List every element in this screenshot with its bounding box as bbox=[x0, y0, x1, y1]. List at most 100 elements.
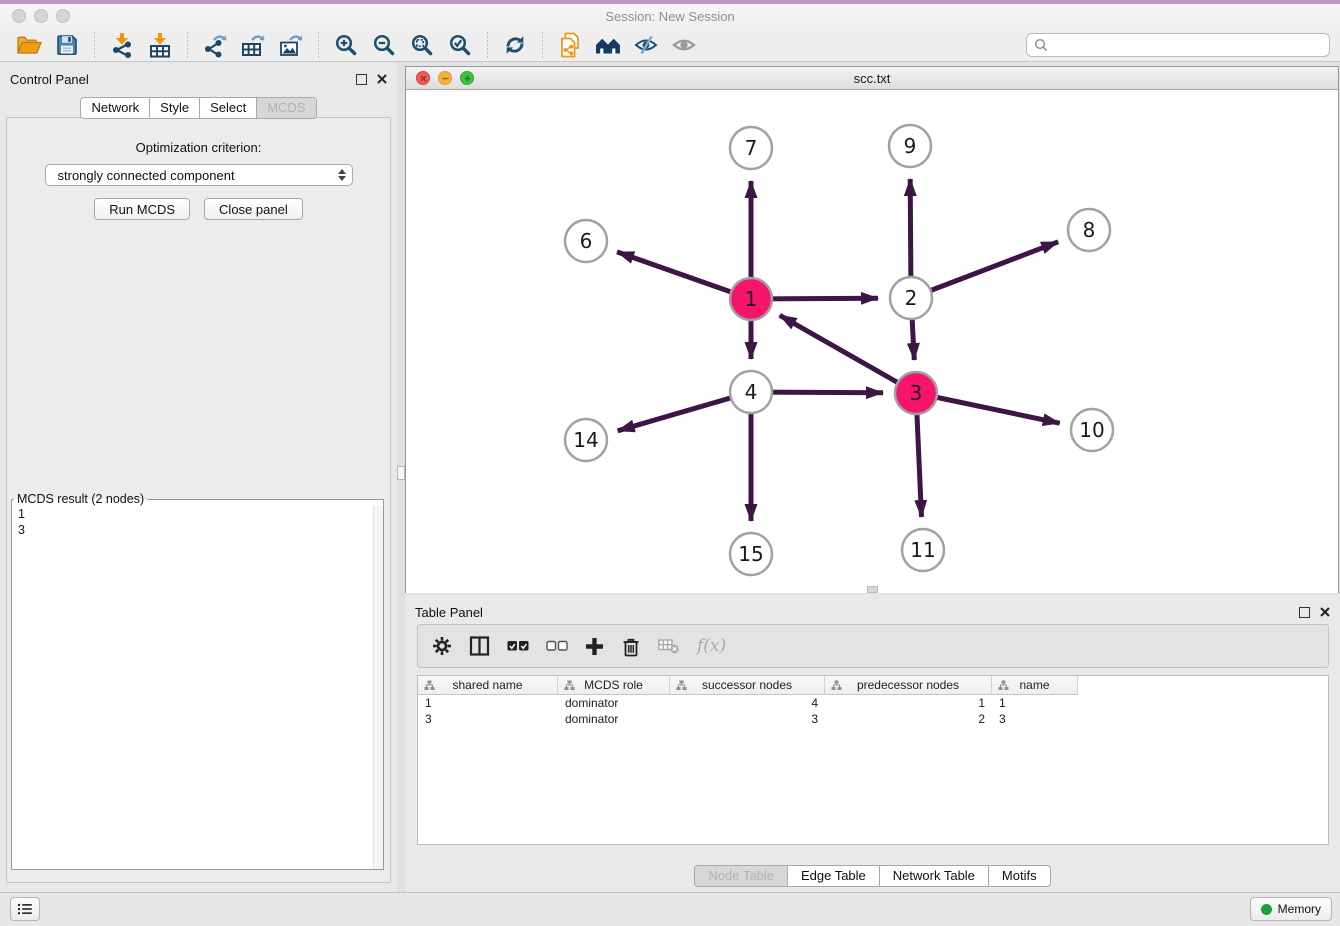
hide-selected-columns-button[interactable] bbox=[546, 640, 568, 652]
zoom-selected-icon bbox=[448, 33, 472, 57]
table-cell[interactable]: 3 bbox=[992, 711, 1078, 727]
column-header-name[interactable]: name bbox=[992, 676, 1078, 695]
float-panel-icon[interactable] bbox=[1299, 607, 1310, 618]
table-settings-button[interactable] bbox=[432, 636, 452, 656]
destroy-table-button[interactable] bbox=[658, 638, 680, 654]
graph-edge-3-1[interactable] bbox=[780, 315, 916, 393]
criterion-select[interactable]: strongly connected component bbox=[45, 164, 353, 186]
delete-entry-button[interactable] bbox=[621, 636, 641, 657]
zoom-selected-button[interactable] bbox=[442, 30, 478, 60]
column-header-successor-nodes[interactable]: successor nodes bbox=[670, 676, 825, 695]
toolbar-separator bbox=[542, 32, 543, 58]
panel-divider[interactable] bbox=[397, 62, 405, 893]
table-toolbar: f(x) bbox=[417, 624, 1329, 668]
refresh-view-button[interactable] bbox=[497, 30, 533, 60]
graph-edge-2-8[interactable] bbox=[911, 242, 1058, 298]
column-header-label: name bbox=[1019, 678, 1049, 692]
memory-label: Memory bbox=[1278, 902, 1321, 916]
tab-style[interactable]: Style bbox=[150, 97, 200, 119]
table-cell[interactable]: 1 bbox=[825, 695, 992, 711]
fit-content-button[interactable] bbox=[404, 30, 440, 60]
destroy-table-icon bbox=[658, 638, 680, 654]
table-header-row: shared name MCDS role successor nodes prede… bbox=[418, 676, 1328, 695]
zoom-out-icon bbox=[372, 33, 396, 57]
graph-node-label: 8 bbox=[1083, 218, 1096, 242]
export-network-button[interactable] bbox=[197, 30, 233, 60]
close-panel-icon[interactable] bbox=[377, 74, 387, 84]
divider-grip[interactable] bbox=[397, 466, 405, 480]
app-title: Session: New Session bbox=[0, 9, 1340, 24]
column-header-label: MCDS role bbox=[584, 678, 643, 692]
task-history-button[interactable] bbox=[10, 897, 40, 921]
function-builder-button[interactable]: f(x) bbox=[697, 636, 726, 656]
show-selected-button[interactable] bbox=[507, 640, 529, 652]
table-cell[interactable]: 3 bbox=[670, 711, 825, 727]
toolbar-separator bbox=[487, 32, 488, 58]
float-panel-icon[interactable] bbox=[356, 74, 367, 85]
select-columns-button[interactable] bbox=[469, 636, 490, 656]
window-resize-grip[interactable] bbox=[867, 586, 878, 593]
mcds-result-text-area[interactable]: 1 3 bbox=[12, 506, 383, 869]
control-panel-tabs: Network Style Select MCDS bbox=[0, 97, 397, 119]
control-panel-title: Control Panel bbox=[10, 72, 89, 87]
column-header-MCDS-role[interactable]: MCDS role bbox=[558, 676, 670, 695]
table-cell[interactable]: dominator bbox=[558, 711, 670, 727]
export-table-button[interactable] bbox=[235, 30, 271, 60]
unchecked-boxes-icon bbox=[546, 640, 568, 652]
memory-button[interactable]: Memory bbox=[1250, 897, 1332, 921]
table-cell[interactable]: 1 bbox=[418, 695, 558, 711]
close-panel-button[interactable]: Close panel bbox=[204, 198, 303, 220]
status-bar: Memory bbox=[0, 892, 1340, 926]
import-network-button[interactable] bbox=[104, 30, 140, 60]
graph-node-label: 15 bbox=[738, 542, 763, 566]
table-cell[interactable]: 1 bbox=[992, 695, 1078, 711]
hide-selected-button[interactable] bbox=[628, 30, 664, 60]
graph-node-label: 9 bbox=[904, 134, 917, 158]
tab-network-table[interactable]: Network Table bbox=[880, 865, 989, 887]
mcds-result-box: MCDS result (2 nodes) 1 3 bbox=[11, 492, 384, 870]
table-cell[interactable]: 4 bbox=[670, 695, 825, 711]
tab-network[interactable]: Network bbox=[80, 97, 150, 119]
open-session-button[interactable] bbox=[11, 30, 47, 60]
export-image-button[interactable] bbox=[273, 30, 309, 60]
table-tabs: Node Table Edge Table Network Table Moti… bbox=[405, 865, 1340, 887]
table-row[interactable]: 3dominator323 bbox=[418, 711, 1328, 727]
zoom-in-button[interactable] bbox=[328, 30, 364, 60]
column-header-label: successor nodes bbox=[702, 678, 792, 692]
tab-node-table[interactable]: Node Table bbox=[694, 865, 788, 887]
save-session-button[interactable] bbox=[49, 30, 85, 60]
eye-icon bbox=[671, 33, 697, 57]
result-scrollbar[interactable] bbox=[373, 506, 383, 869]
search-input[interactable] bbox=[1053, 37, 1322, 53]
export-network-icon bbox=[202, 32, 228, 58]
network-graph[interactable]: 1234678910111415 bbox=[406, 90, 1338, 593]
result-line: 1 bbox=[12, 506, 383, 522]
add-entry-button[interactable] bbox=[585, 637, 604, 656]
result-line: 3 bbox=[12, 522, 383, 538]
table-cell[interactable]: 3 bbox=[418, 711, 558, 727]
select-stepper-icon bbox=[338, 169, 346, 181]
table-cell[interactable]: dominator bbox=[558, 695, 670, 711]
zoom-out-button[interactable] bbox=[366, 30, 402, 60]
run-mcds-button[interactable]: Run MCDS bbox=[94, 198, 190, 220]
column-header-predecessor-nodes[interactable]: predecessor nodes bbox=[825, 676, 992, 695]
first-neighbors-button[interactable] bbox=[590, 30, 626, 60]
graph-node-label: 6 bbox=[580, 229, 593, 253]
tab-mcds[interactable]: MCDS bbox=[257, 97, 316, 119]
column-header-shared-name[interactable]: shared name bbox=[418, 676, 558, 695]
table-panel: Table Panel bbox=[405, 595, 1340, 893]
network-window-titlebar[interactable]: scc.txt bbox=[406, 67, 1338, 90]
control-panel-header: Control Panel bbox=[0, 62, 397, 92]
import-table-button[interactable] bbox=[142, 30, 178, 60]
gear-icon bbox=[432, 636, 452, 656]
tab-motifs[interactable]: Motifs bbox=[989, 865, 1051, 887]
show-all-button[interactable] bbox=[666, 30, 702, 60]
tab-select[interactable]: Select bbox=[200, 97, 257, 119]
tab-edge-table[interactable]: Edge Table bbox=[788, 865, 880, 887]
network-canvas[interactable]: 1234678910111415 bbox=[406, 90, 1338, 593]
new-network-from-selection-button[interactable] bbox=[552, 30, 588, 60]
close-panel-icon[interactable] bbox=[1320, 607, 1330, 617]
import-network-icon bbox=[109, 32, 135, 58]
table-cell[interactable]: 2 bbox=[825, 711, 992, 727]
table-row[interactable]: 1dominator411 bbox=[418, 695, 1328, 711]
